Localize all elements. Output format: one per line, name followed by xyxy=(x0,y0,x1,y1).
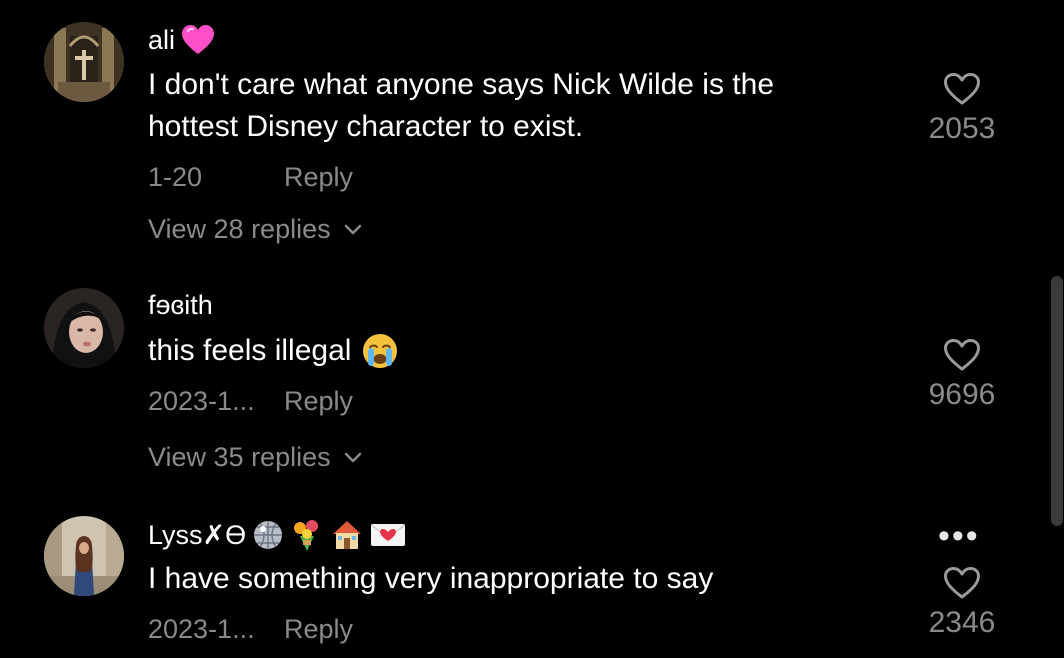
like-button[interactable]: 2346 xyxy=(918,566,1006,640)
comment-text: this feels illegal xyxy=(148,330,868,372)
avatar[interactable] xyxy=(44,22,124,102)
username[interactable]: fɘɞith xyxy=(148,290,213,321)
disco-ball-icon xyxy=(252,519,284,551)
like-count: 9696 xyxy=(928,378,996,411)
comment-meta: 1-20 Reply xyxy=(148,162,353,193)
username[interactable]: Lyss✗ϴ xyxy=(148,518,406,552)
view-replies-label: View 28 replies xyxy=(148,214,331,244)
heart-outline-icon xyxy=(944,73,980,105)
comment-date: 2023-1... xyxy=(148,614,255,644)
comment-text-content: this feels illegal xyxy=(148,334,352,367)
comment-meta: 2023-1... Reply xyxy=(148,614,353,645)
heart-outline-icon xyxy=(944,339,980,371)
username-text: fɘɞith xyxy=(148,290,213,320)
username-text: ali xyxy=(148,24,176,55)
username-text: Lyss✗ϴ xyxy=(148,519,247,550)
scrollbar[interactable] xyxy=(1051,276,1063,526)
comment-text: I don't care what anyone says Nick Wilde… xyxy=(148,68,775,143)
comments-screen: ali I don't care what anyone says Nick W… xyxy=(0,0,1064,658)
username[interactable]: ali xyxy=(148,24,215,56)
like-count: 2346 xyxy=(928,606,996,639)
like-button[interactable]: 2053 xyxy=(918,72,1006,146)
love-letter-icon xyxy=(370,521,406,549)
avatar[interactable] xyxy=(44,288,124,368)
crying-face-icon xyxy=(361,332,399,370)
heart-outline-icon xyxy=(944,567,980,599)
avatar[interactable] xyxy=(44,516,124,596)
like-button[interactable]: 9696 xyxy=(918,338,1006,412)
view-replies-label: View 35 replies xyxy=(148,442,331,472)
like-count: 2053 xyxy=(928,112,996,145)
bouquet-icon xyxy=(290,518,324,552)
reply-button[interactable]: Reply xyxy=(284,386,353,417)
reply-button[interactable]: Reply xyxy=(284,614,353,645)
view-replies-button[interactable]: View 35 replies xyxy=(148,442,363,473)
chevron-down-icon xyxy=(344,224,361,234)
comment-text: I have something very inappropriate to s… xyxy=(148,562,714,595)
view-replies-button[interactable]: View 28 replies xyxy=(148,214,363,245)
chevron-down-icon xyxy=(344,452,361,462)
heart-icon xyxy=(181,24,215,56)
more-options-button[interactable]: ••• xyxy=(938,519,980,553)
comment-date: 1-20 xyxy=(148,162,203,192)
comment-meta: 2023-1... Reply xyxy=(148,386,353,417)
reply-button[interactable]: Reply xyxy=(284,162,353,193)
house-icon xyxy=(330,518,364,552)
comment-date: 2023-1... xyxy=(148,386,255,416)
